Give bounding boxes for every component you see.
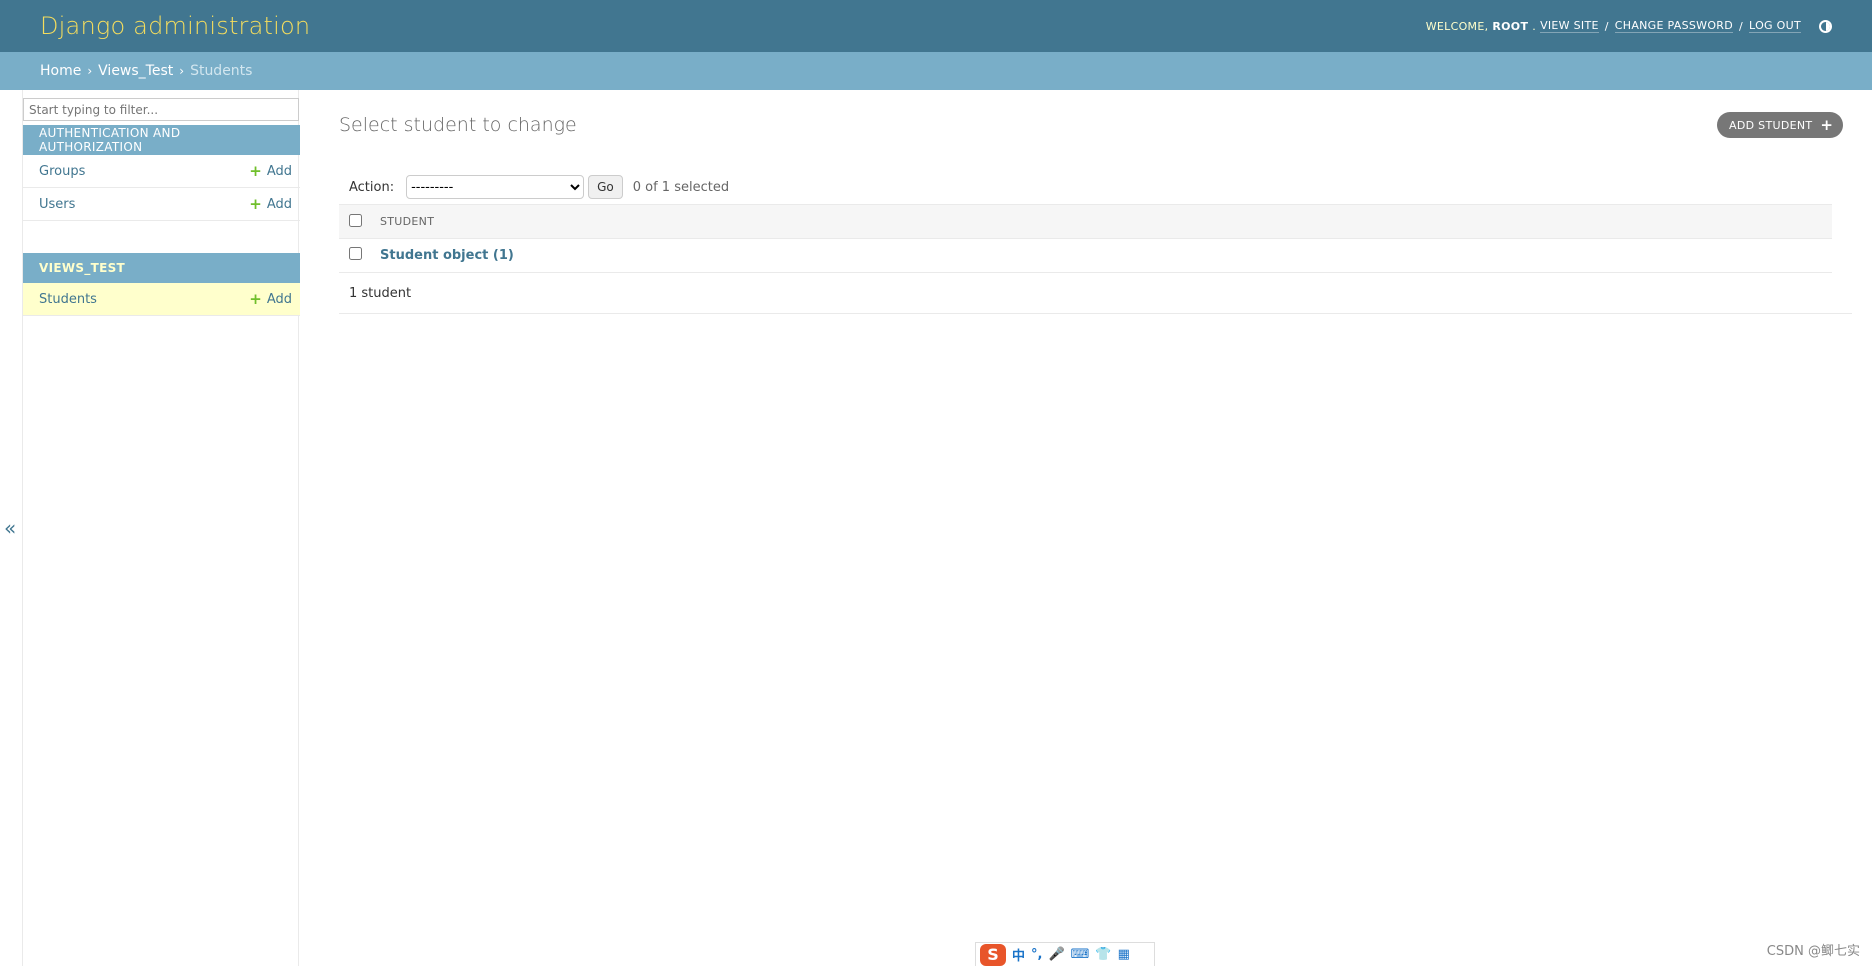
toolbox-icon[interactable]: ▦ [1118,947,1130,962]
breadcrumb-separator: › [87,64,93,78]
student-cell: Student object (1) [379,238,1832,273]
action-label: Action: [349,179,395,195]
ime-chinese-mode-icon[interactable]: 中 [1012,945,1025,964]
table-header-row: STUDENT [339,204,1832,239]
breadcrumb-home[interactable]: Home [40,63,81,79]
nav-sidebar: AUTHENTICATION AND AUTHORIZATION Groups … [22,90,300,966]
ime-logo-icon[interactable]: S [980,943,1006,966]
breadcrumb: Home › Views_Test › Students [0,52,1872,90]
add-student-link[interactable]: + Add [249,289,292,308]
select-all-cell [339,204,379,239]
add-label: Add [266,196,292,212]
site-header: Django administration WELCOME, ROOT . VI… [0,0,1872,52]
breadcrumb-app[interactable]: Views_Test [98,63,173,79]
site-branding-link[interactable]: Django administration [40,12,310,40]
nav-filter-input[interactable] [23,98,299,121]
module-views-test: VIEWS_TEST Students + Add [23,253,300,316]
sidebar-item-users: Users + Add [23,188,300,221]
paginator: 1 student [339,274,1852,314]
ime-toolbar: S 中 °, 🎤 ⌨ 👕 ▦ [975,942,1155,966]
module-caption-auth[interactable]: AUTHENTICATION AND AUTHORIZATION [23,125,300,155]
add-label: Add [266,163,292,179]
module-auth: AUTHENTICATION AND AUTHORIZATION Groups … [23,125,300,221]
row-checkbox[interactable] [349,247,362,260]
add-student-button[interactable]: ADD STUDENT + [1717,112,1844,138]
username: ROOT [1492,19,1529,33]
breadcrumb-separator: › [179,64,185,78]
page-title: Select student to change [339,114,577,136]
column-header-student[interactable]: STUDENT [379,204,1832,239]
welcome-text: WELCOME, [1425,19,1489,33]
add-user-link[interactable]: + Add [249,194,292,213]
table-row: Student object (1) [339,238,1832,273]
change-password-link[interactable]: CHANGE PASSWORD [1614,19,1734,33]
sidebar-collapse-icon[interactable]: « [4,516,16,540]
plus-icon: + [1820,116,1834,134]
sidebar-item-users-link[interactable]: Users [39,197,75,212]
log-out-link[interactable]: LOG OUT [1749,19,1801,33]
watermark: CSDN @鲫七实 [1766,944,1860,959]
add-group-link[interactable]: + Add [249,161,292,180]
add-label: Add [266,291,292,307]
main-content: Select student to change ADD STUDENT + A… [339,90,1852,966]
microphone-icon[interactable]: 🎤 [1048,947,1064,962]
action-select[interactable]: --------- [406,175,585,199]
select-all-checkbox[interactable] [349,213,362,227]
user-tools: WELCOME, ROOT . VIEW SITE / CHANGE PASSW… [1426,19,1832,33]
keyboard-icon[interactable]: ⌨ [1071,947,1090,962]
skin-icon[interactable]: 👕 [1095,947,1111,962]
plus-icon: + [249,161,262,180]
sidebar-item-groups: Groups + Add [23,155,300,188]
ime-punctuation-icon[interactable]: °, [1031,947,1042,962]
add-student-label: ADD STUDENT [1729,118,1813,132]
go-button[interactable]: Go [588,175,623,199]
view-site-link[interactable]: VIEW SITE [1540,19,1599,33]
breadcrumb-current: Students [190,63,253,79]
selection-counter: 0 of 1 selected [632,179,730,195]
student-object-link[interactable]: Student object (1) [380,248,514,263]
theme-toggle-icon[interactable] [1819,19,1832,33]
sidebar-item-students: Students + Add [23,283,300,316]
separator: / [1739,19,1744,33]
username-suffix: . [1532,19,1537,33]
sidebar-item-groups-link[interactable]: Groups [39,164,85,179]
result-list-table: STUDENT Student object (1) [339,204,1832,273]
module-caption-views-test[interactable]: VIEWS_TEST [23,253,300,283]
sidebar-item-students-link[interactable]: Students [39,292,97,307]
plus-icon: + [249,194,262,213]
row-select-cell [339,238,379,273]
actions-bar: Action: --------- Go 0 of 1 selected [339,170,1832,204]
plus-icon: + [249,289,262,308]
separator: / [1604,19,1609,33]
